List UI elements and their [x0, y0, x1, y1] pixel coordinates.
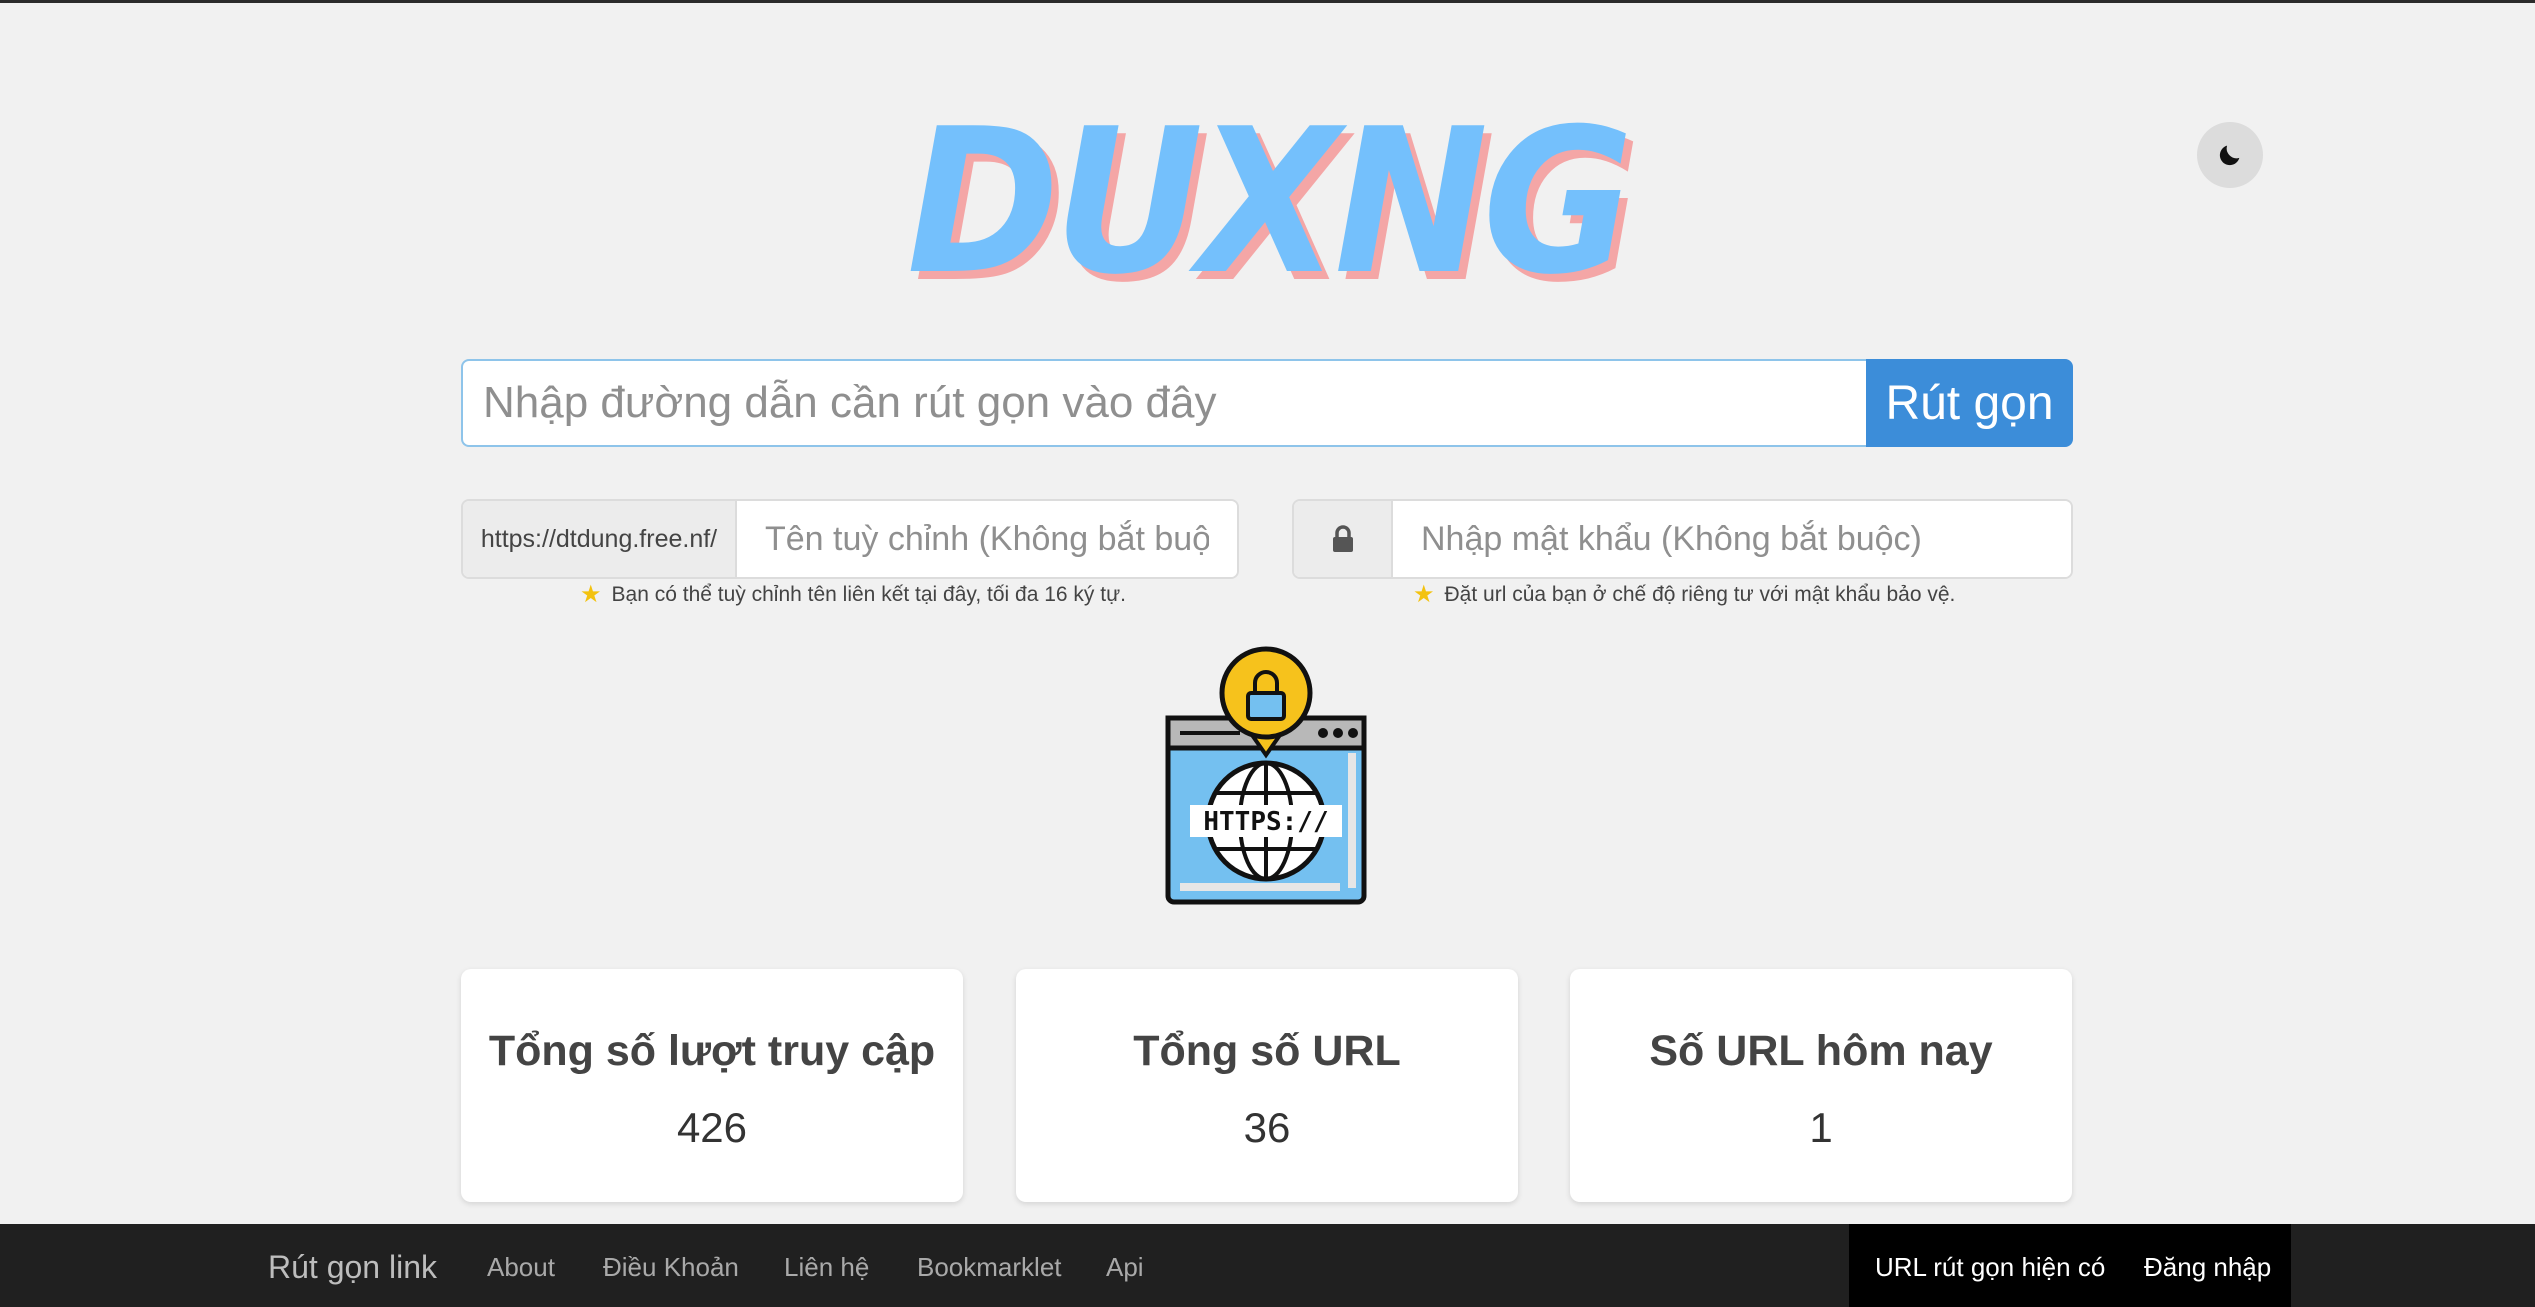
nav-link-contact[interactable]: Liên hệ — [784, 1252, 869, 1283]
url-input[interactable] — [461, 359, 1866, 447]
nav-link-about[interactable]: About — [487, 1252, 555, 1283]
footer-navbar: Rút gọn link About Điều Khoản Liên hệ Bo… — [0, 1224, 2535, 1307]
alias-hint: ★ Bạn có thể tuỳ chỉnh tên liên kết tại … — [580, 580, 1126, 609]
stat-card-total-visits: Tổng số lượt truy cập 426 — [461, 969, 963, 1202]
custom-alias-input[interactable] — [737, 501, 1237, 577]
existing-urls-link[interactable]: URL rút gọn hiện có — [1875, 1252, 2105, 1283]
stat-title: Tổng số lượt truy cập — [488, 1027, 936, 1075]
password-input[interactable] — [1393, 501, 2071, 577]
login-link[interactable]: Đăng nhập — [2144, 1252, 2271, 1283]
stat-value: 36 — [1243, 1104, 1291, 1151]
star-icon: ★ — [1413, 581, 1435, 608]
stat-card-today-urls: Số URL hôm nay 1 — [1570, 969, 2072, 1202]
stat-title: Số URL hôm nay — [1649, 1027, 1993, 1075]
password-hint: ★ Đặt url của bạn ở chế độ riêng tư với … — [1413, 580, 1955, 609]
shorten-form: Rút gọn — [461, 359, 2073, 447]
footer-brand[interactable]: Rút gọn link — [268, 1249, 437, 1286]
lock-icon — [1332, 525, 1353, 552]
password-group — [1292, 499, 2073, 579]
theme-toggle-button[interactable] — [2197, 122, 2263, 188]
alias-prefix: https://dtdung.free.nf/ — [463, 501, 737, 577]
nav-link-terms[interactable]: Điều Khoản — [603, 1252, 739, 1283]
stat-card-total-urls: Tổng số URL 36 — [1016, 969, 1518, 1202]
stat-value: 1 — [1809, 1104, 1833, 1151]
nav-link-bookmarklet[interactable]: Bookmarklet — [917, 1252, 1062, 1283]
stat-title: Tổng số URL — [1133, 1027, 1401, 1075]
custom-alias-group: https://dtdung.free.nf/ — [461, 499, 1239, 579]
password-hint-text: Đặt url của bạn ở chế độ riêng tư với mậ… — [1444, 582, 1956, 606]
moon-icon — [2219, 145, 2240, 166]
https-lock-illustration: HTTPS:// — [1165, 646, 1367, 905]
star-icon: ★ — [580, 581, 602, 608]
nav-link-api[interactable]: Api — [1106, 1252, 1144, 1283]
footer-account-menu: URL rút gọn hiện có Đăng nhập — [1849, 1224, 2291, 1307]
lock-addon — [1294, 501, 1393, 577]
shorten-button[interactable]: Rút gọn — [1866, 359, 2073, 447]
https-text: HTTPS:// — [1203, 807, 1328, 837]
alias-hint-text: Bạn có thể tuỳ chỉnh tên liên kết tại đâ… — [611, 582, 1126, 606]
site-logo[interactable]: DUXNG — [101, 103, 2433, 303]
stat-value: 426 — [676, 1104, 748, 1151]
